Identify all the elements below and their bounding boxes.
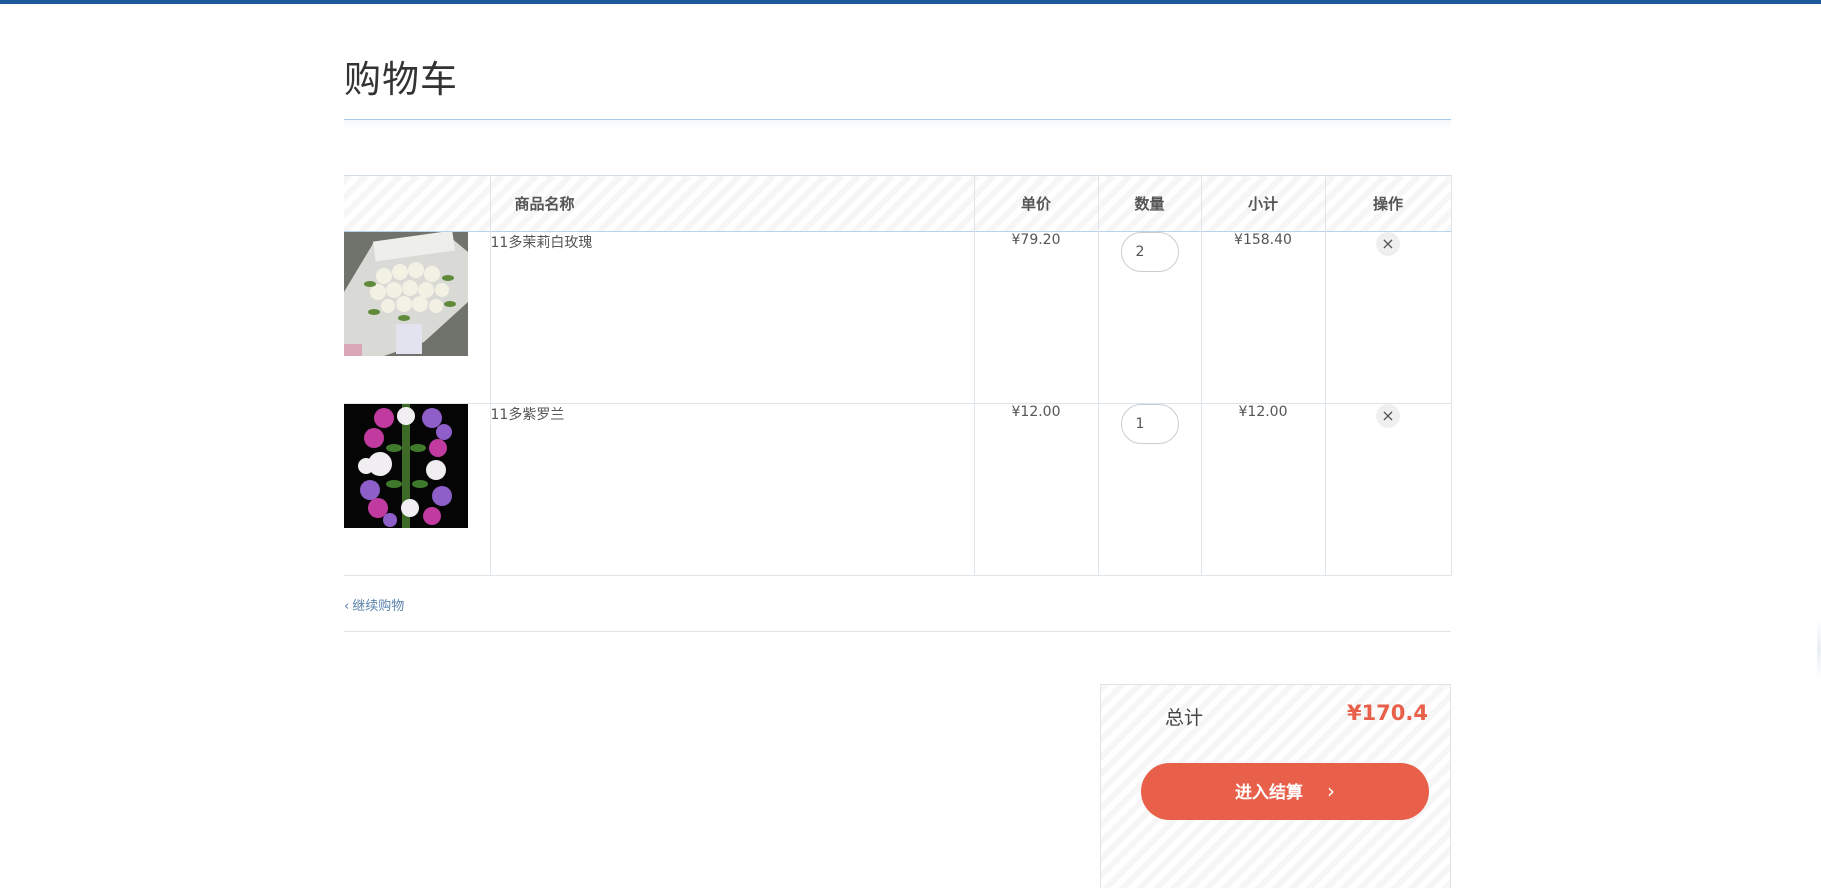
cart-header-row: 商品名称 单价 数量 小计 操作: [344, 175, 1452, 232]
purple-violet-bouquet-image[interactable]: [344, 404, 468, 528]
operation-cell: ×: [1324, 231, 1452, 404]
product-name[interactable]: 11多茉莉白玫瑰: [489, 231, 975, 404]
page-title: 购物车: [344, 58, 458, 101]
remove-icon[interactable]: ×: [1376, 404, 1400, 428]
title-band: [344, 120, 1451, 130]
row-subtotal: ¥12.00: [1200, 403, 1326, 576]
total-label: 总计: [1165, 707, 1204, 729]
quantity-cell: [1097, 231, 1202, 404]
quantity-cell: [1097, 403, 1202, 576]
cart-row: 11多茉莉白玫瑰 ¥79.20 ¥158.40 ×: [344, 231, 1452, 404]
chevron-right-icon: ›: [1327, 779, 1335, 803]
total-amount: ¥170.4: [1346, 701, 1428, 725]
unit-price: ¥79.20: [973, 231, 1099, 404]
quantity-input[interactable]: [1120, 232, 1179, 272]
product-image-cell: [344, 231, 491, 404]
quantity-input[interactable]: [1120, 404, 1179, 444]
unit-price: ¥12.00: [973, 403, 1099, 576]
order-summary: 总计 ¥170.4 进入结算 ›: [1100, 684, 1451, 888]
header-operation: 操作: [1324, 175, 1452, 232]
checkout-label: 进入结算: [1235, 783, 1303, 803]
header-quantity: 数量: [1097, 175, 1202, 232]
product-name[interactable]: 11多紫罗兰: [489, 403, 975, 576]
header-unit-price: 单价: [973, 175, 1099, 232]
cart-table: 商品名称 单价 数量 小计 操作 11多茉莉白玫瑰 ¥79.20 2 ¥158.…: [344, 175, 1452, 576]
header-subtotal: 小计: [1200, 175, 1326, 232]
remove-icon[interactable]: ×: [1376, 232, 1400, 256]
chevron-left-icon: ‹: [344, 599, 350, 614]
white-rose-bouquet-image[interactable]: [344, 232, 468, 356]
cart-row: 11多紫罗兰 ¥12.00 ¥12.00 ×: [344, 403, 1452, 576]
product-image-cell: [344, 403, 491, 576]
continue-shopping-label: 继续购物: [352, 599, 405, 614]
top-accent-bar: [0, 0, 1821, 4]
continue-shopping-row: ‹ 继续购物: [344, 591, 1451, 632]
header-product-name: 商品名称: [489, 175, 975, 232]
continue-shopping-link[interactable]: ‹ 继续购物: [344, 595, 404, 614]
operation-cell: ×: [1324, 403, 1452, 576]
row-subtotal: ¥158.40: [1200, 231, 1326, 404]
scrollbar-edge: [1817, 620, 1821, 680]
checkout-button[interactable]: 进入结算 ›: [1141, 763, 1429, 820]
header-image: [344, 175, 491, 232]
